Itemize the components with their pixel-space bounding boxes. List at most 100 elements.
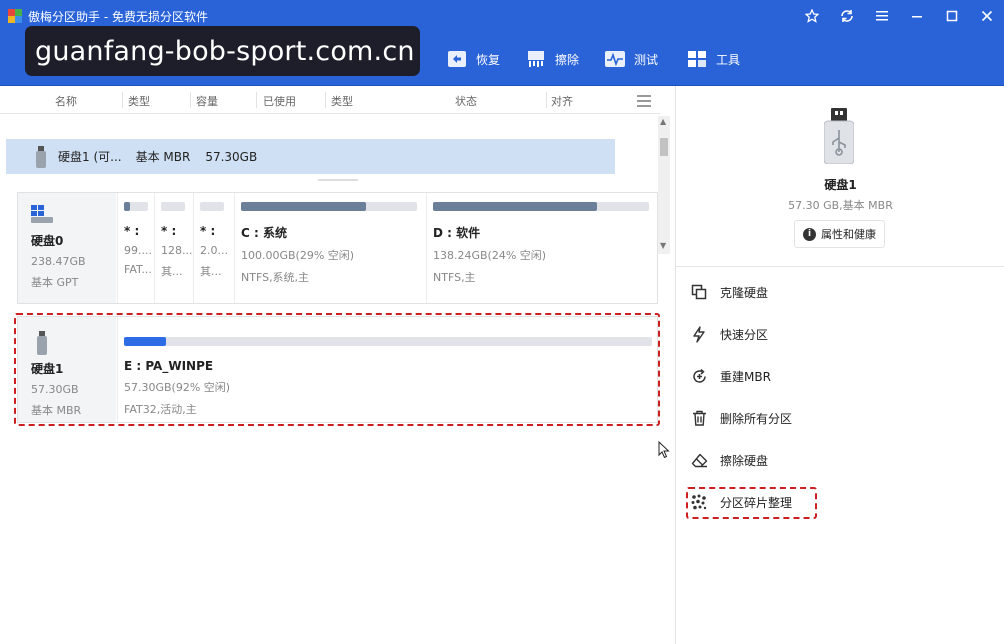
disk0-type: 基本 GPT xyxy=(31,276,79,289)
disk0-info[interactable]: 硬盘0 238.47GB 基本 GPT xyxy=(18,193,116,303)
properties-health-button[interactable]: i 属性和健康 xyxy=(794,220,885,248)
action-delete-all-partitions[interactable]: 删除所有分区 xyxy=(690,405,792,431)
partition-usage-bar xyxy=(124,202,148,211)
partition-usage-bar xyxy=(161,202,185,211)
partition-fs: NTFS,系统,主 xyxy=(241,271,310,284)
disk0-partition-c[interactable]: C : 系统 100.00GB(29% 空闲) NTFS,系统,主 xyxy=(234,193,424,303)
properties-health-label: 属性和健康 xyxy=(821,228,876,241)
usb-drive-icon xyxy=(824,108,854,164)
hard-disk-icon xyxy=(31,205,53,223)
disk0-partition-2[interactable]: * : 128... 其... xyxy=(154,193,192,303)
column-header: 名称 类型 容量 已使用 类型 状态 对齐 xyxy=(0,86,660,114)
partition-size: 99.... xyxy=(124,244,152,257)
toolbar-tools-label: 工具 xyxy=(716,52,741,67)
menu-icon[interactable] xyxy=(864,0,899,32)
column-separator xyxy=(256,92,257,108)
selected-disk-name: 硬盘1 xyxy=(824,178,857,192)
window-controls xyxy=(794,0,1004,32)
usb-drive-icon xyxy=(36,145,46,168)
disk-layout-panel: 名称 类型 容量 已使用 类型 状态 对齐 硬盘1 (可... 基本 MBR 5… xyxy=(0,86,672,644)
action-label: 快速分区 xyxy=(720,327,769,342)
column-capacity[interactable]: 容量 xyxy=(196,93,218,109)
refresh-icon[interactable] xyxy=(829,0,864,32)
column-status[interactable]: 状态 xyxy=(455,93,477,109)
scroll-up-icon[interactable]: ▲ xyxy=(660,118,668,126)
partition-fs: FAT... xyxy=(124,263,152,276)
eraser-icon xyxy=(690,451,708,469)
partition-size: 2.0... xyxy=(200,244,228,257)
toolbar-test-button[interactable]: 测试 xyxy=(604,44,658,74)
action-label: 擦除硬盘 xyxy=(720,453,769,468)
action-wipe-disk[interactable]: 擦除硬盘 xyxy=(690,447,768,473)
minimize-icon[interactable] xyxy=(899,0,934,32)
column-type[interactable]: 类型 xyxy=(128,93,150,109)
toolbar-tools-button[interactable]: 工具 xyxy=(686,44,740,74)
rebuild-mbr-icon xyxy=(690,367,708,385)
partition-size: 138.24GB(24% 空闲) xyxy=(433,249,547,262)
disk0-name: 硬盘0 xyxy=(31,234,64,248)
action-clone-disk[interactable]: 克隆硬盘 xyxy=(690,279,768,305)
partition-fs: 其... xyxy=(161,265,183,278)
action-label: 重建MBR xyxy=(720,369,771,384)
usage-fill xyxy=(433,202,598,211)
toolbar-recover-button[interactable]: 恢复 xyxy=(446,44,500,74)
info-icon: i xyxy=(803,227,816,241)
scroll-thumb[interactable] xyxy=(660,138,668,156)
action-label: 克隆硬盘 xyxy=(720,285,769,300)
toolbar-wipe-label: 擦除 xyxy=(555,52,580,67)
column-separator xyxy=(190,92,191,108)
close-icon[interactable] xyxy=(969,0,1004,32)
partition-usage-bar xyxy=(200,202,224,211)
disk0-partition-1[interactable]: * : 99.... FAT... xyxy=(117,193,153,303)
disk-list-type: 基本 MBR xyxy=(135,150,191,164)
column-fs-type[interactable]: 类型 xyxy=(331,93,353,109)
disk-list-row-disk1[interactable]: 硬盘1 (可... 基本 MBR 57.30GB xyxy=(6,139,615,174)
column-name[interactable]: 名称 xyxy=(55,93,77,109)
watermark-overlay: guanfang-bob-sport.com.cn xyxy=(25,26,420,76)
action-quick-partition[interactable]: 快速分区 xyxy=(690,321,768,347)
usage-fill xyxy=(241,202,366,211)
pane-splitter[interactable] xyxy=(318,179,358,181)
action-label: 删除所有分区 xyxy=(720,411,793,426)
disk0-size: 238.47GB xyxy=(31,255,86,268)
toolbar-wipe-button[interactable]: 擦除 xyxy=(525,44,579,74)
test-icon xyxy=(604,49,626,69)
partition-name: * : xyxy=(161,224,177,238)
quick-partition-icon xyxy=(690,325,708,343)
column-alignment[interactable]: 对齐 xyxy=(551,93,573,109)
action-rebuild-mbr[interactable]: 重建MBR xyxy=(690,363,771,389)
partition-name: * : xyxy=(200,224,216,238)
scroll-down-icon[interactable]: ▼ xyxy=(660,242,668,250)
selected-disk-info: 57.30 GB,基本 MBR xyxy=(788,199,893,212)
column-menu-icon[interactable] xyxy=(637,95,651,110)
disk-list-name: 硬盘1 (可... xyxy=(58,150,122,164)
disk-card-disk0[interactable]: 硬盘0 238.47GB 基本 GPT * : 99.... FAT... * … xyxy=(17,192,658,304)
disk0-partition-d[interactable]: D : 软件 138.24GB(24% 空闲) NTFS,主 xyxy=(426,193,657,303)
toolbar-test-label: 测试 xyxy=(634,52,659,67)
partition-name: D : 软件 xyxy=(433,226,481,240)
highlight-partition-defrag xyxy=(686,487,817,519)
column-separator xyxy=(325,92,326,108)
partition-usage-bar xyxy=(433,202,649,211)
window-title: 傲梅分区助手 - 免费无损分区软件 xyxy=(28,9,208,24)
disk0-partition-3[interactable]: * : 2.0... 其... xyxy=(193,193,231,303)
trash-icon xyxy=(690,409,708,427)
column-separator xyxy=(546,92,547,108)
partition-fs: NTFS,主 xyxy=(433,271,476,284)
properties-panel: 硬盘1 57.30 GB,基本 MBR i 属性和健康 克隆硬盘 快速分区 重建… xyxy=(675,86,1004,644)
disk-list-capacity: 57.30GB xyxy=(205,149,258,164)
partition-usage-bar xyxy=(241,202,417,211)
star-icon[interactable] xyxy=(794,0,829,32)
selected-disk-summary: 硬盘1 57.30 GB,基本 MBR i 属性和健康 xyxy=(676,86,1004,267)
disk-list-scrollbar[interactable]: ▲ ▼ xyxy=(658,116,670,254)
clone-disk-icon xyxy=(690,283,708,301)
highlight-disk1 xyxy=(14,313,660,426)
partition-name: * : xyxy=(124,224,140,238)
maximize-icon[interactable] xyxy=(934,0,969,32)
column-separator xyxy=(122,92,123,108)
column-used[interactable]: 已使用 xyxy=(263,93,296,109)
recover-icon xyxy=(446,49,468,69)
app-logo-icon xyxy=(8,9,22,23)
wipe-icon xyxy=(525,49,547,69)
mouse-cursor-icon xyxy=(658,441,670,459)
